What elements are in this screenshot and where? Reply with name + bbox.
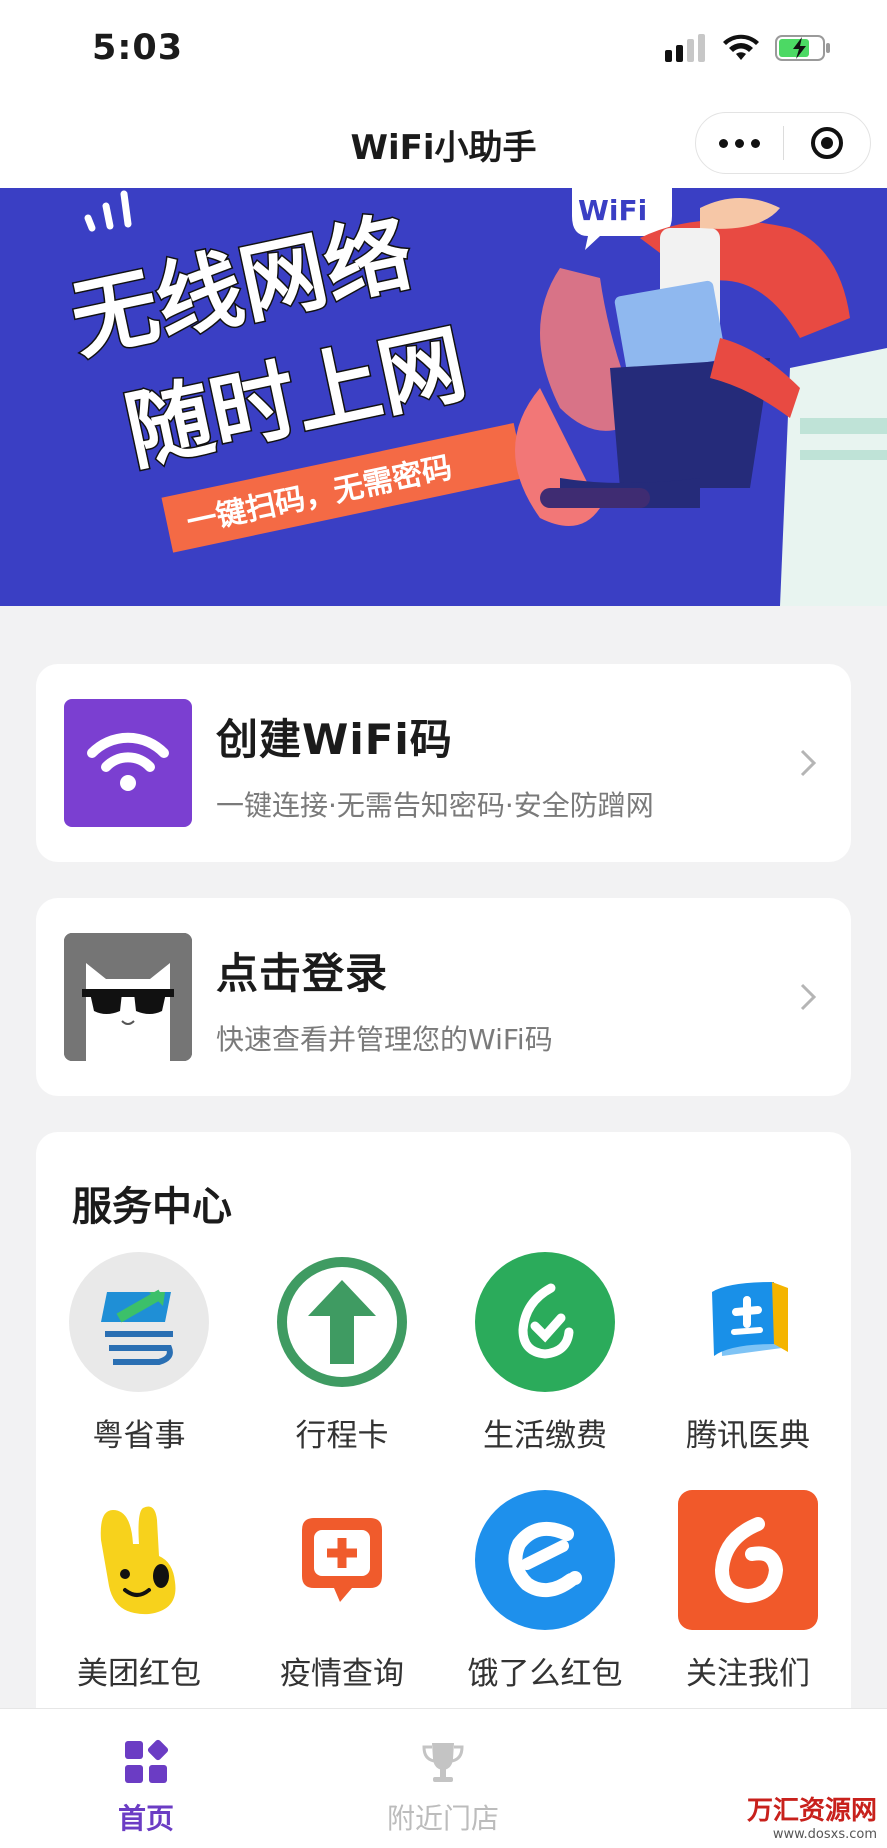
tab-label: 首页 <box>117 1802 174 1835</box>
banner-illustration: WiFi 无线网络 随时上网 一键扫码，无需密码 <box>61 188 887 606</box>
battery-icon <box>775 35 830 61</box>
status-bar: 5:03 <box>0 0 887 100</box>
watermark-url: www.dosxs.com <box>772 1827 877 1842</box>
service-item-follow-us[interactable]: 关注我们 <box>648 1490 848 1693</box>
service-label: 饿了么红包 <box>467 1656 623 1692</box>
chevron-right-icon <box>800 983 817 1011</box>
bubble-wifi-text: WiFi <box>578 194 647 227</box>
create-wifi-subtitle: 一键连接·无需告知密码·安全防蹭网 <box>216 789 654 822</box>
login-subtitle: 快速查看并管理您的WiFi码 <box>216 1023 553 1056</box>
create-wifi-card[interactable]: 创建WiFi码 一键连接·无需告知密码·安全防蹭网 <box>36 664 851 862</box>
service-label: 美团红包 <box>77 1656 201 1692</box>
service-item-payment[interactable]: 生活缴费 <box>445 1252 645 1455</box>
promo-banner[interactable]: WiFi 无线网络 随时上网 一键扫码，无需密码 <box>0 188 887 606</box>
dot-icon <box>735 138 744 148</box>
login-title: 点击登录 <box>216 949 389 998</box>
nav-bar: WiFi小助手 <box>0 100 887 188</box>
service-item-xingchengka[interactable]: 行程卡 <box>242 1252 442 1455</box>
create-wifi-title: 创建WiFi码 <box>216 715 453 764</box>
kangaroo-icon <box>69 1490 209 1630</box>
service-item-epidemic[interactable]: 疫情查询 <box>242 1490 442 1693</box>
payment-icon <box>475 1252 615 1392</box>
dot-icon <box>719 138 728 148</box>
service-center-title: 服务中心 <box>72 1184 232 1230</box>
more-menu-button[interactable] <box>696 112 783 174</box>
signal-icon <box>665 34 705 62</box>
yue-icon <box>69 1252 209 1392</box>
service-item-meituan[interactable]: 美团红包 <box>39 1490 239 1693</box>
mini-program-capsule <box>695 112 871 174</box>
service-label: 疫情查询 <box>280 1656 404 1692</box>
site-watermark: 万汇资源网 www.dosxs.com <box>747 1790 877 1842</box>
service-label: 关注我们 <box>686 1656 810 1692</box>
watermark-text: 万汇资源网 <box>746 1796 877 1826</box>
status-icons <box>665 34 831 62</box>
avatar-cat-sunglasses <box>64 933 192 1061</box>
chevron-right-icon <box>800 749 817 777</box>
service-item-yueshengshi[interactable]: 粤省事 <box>39 1252 239 1455</box>
home-grid-icon <box>125 1739 169 1783</box>
wifi-icon <box>64 699 192 827</box>
service-center-card: 服务中心 粤省事 行程卡 生活缴费 腾讯医典 美团红包 疫情查询 饿了么红包 关… <box>36 1132 851 1732</box>
arrow-up-circle-icon <box>272 1252 412 1392</box>
trophy-icon <box>422 1743 464 1782</box>
tab-bar: 首页 附近门店 万汇资源网 www.dosxs.com <box>0 1708 887 1848</box>
service-label: 行程卡 <box>295 1418 389 1454</box>
status-time: 5:03 <box>92 28 184 68</box>
headline-group: 无线网络 随时上网 一键扫码，无需密码 <box>61 201 526 553</box>
eleme-icon <box>475 1490 615 1630</box>
wifi-signal-icon <box>723 34 759 60</box>
medical-book-icon <box>678 1252 818 1392</box>
avatar <box>64 933 192 1061</box>
tab-label: 附近门店 <box>386 1802 499 1835</box>
target-close-icon <box>810 127 843 159</box>
tab-nearby-stores[interactable]: 附近门店 <box>343 1739 543 1837</box>
tab-home[interactable]: 首页 <box>46 1739 246 1837</box>
login-card[interactable]: 点击登录 快速查看并管理您的WiFi码 <box>36 898 851 1096</box>
person-laptop-illustration <box>515 198 887 606</box>
service-label: 生活缴费 <box>483 1418 607 1454</box>
signal-marks-icon <box>84 190 132 232</box>
dot-icon <box>751 138 760 148</box>
service-item-eleme[interactable]: 饿了么红包 <box>445 1490 645 1693</box>
service-item-tencent-yidian[interactable]: 腾讯医典 <box>648 1252 848 1455</box>
follow-logo-icon <box>678 1490 818 1630</box>
medical-chat-icon <box>272 1490 412 1630</box>
close-mini-program-button[interactable] <box>784 112 870 174</box>
service-label: 粤省事 <box>92 1418 186 1454</box>
service-label: 腾讯医典 <box>686 1418 810 1454</box>
